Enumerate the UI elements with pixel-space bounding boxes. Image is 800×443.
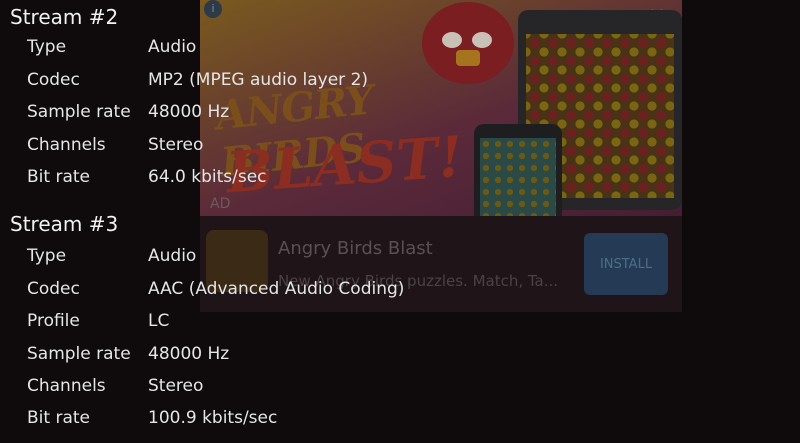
info-row: Profile LC: [0, 311, 800, 343]
info-key: Bit rate: [27, 167, 90, 187]
info-value: Audio: [148, 37, 197, 57]
info-row: Channels Stereo: [0, 376, 800, 408]
info-key: Type: [27, 37, 67, 57]
info-value: Audio: [148, 246, 197, 266]
info-value: 48000 Hz: [148, 344, 230, 364]
info-key: Bit rate: [27, 408, 90, 428]
info-value: 48000 Hz: [148, 102, 230, 122]
info-row: Sample rate 48000 Hz: [0, 102, 800, 134]
info-value: LC: [148, 311, 170, 331]
info-row: Codec AAC (Advanced Audio Coding): [0, 279, 800, 311]
info-row: Type Audio: [0, 246, 800, 278]
stream-info-overlay: Stream #2 Type Audio Codec MP2 (MPEG aud…: [0, 0, 800, 443]
info-value: 64.0 kbits/sec: [148, 167, 267, 187]
info-row: Channels Stereo: [0, 135, 800, 167]
info-key: Sample rate: [27, 102, 131, 122]
info-key: Codec: [27, 70, 80, 90]
info-key: Codec: [27, 279, 80, 299]
stream-title: Stream #2: [10, 5, 119, 29]
info-row: Codec MP2 (MPEG audio layer 2): [0, 70, 800, 102]
info-key: Channels: [27, 376, 106, 396]
info-value: Stereo: [148, 376, 204, 396]
info-value: MP2 (MPEG audio layer 2): [148, 70, 369, 90]
info-value: Stereo: [148, 135, 204, 155]
info-key: Channels: [27, 135, 106, 155]
info-key: Sample rate: [27, 344, 131, 364]
info-key: Profile: [27, 311, 80, 331]
info-row: Sample rate 48000 Hz: [0, 344, 800, 376]
info-value: 100.9 kbits/sec: [148, 408, 278, 428]
info-row: Bit rate 64.0 kbits/sec: [0, 167, 800, 199]
stream-title: Stream #3: [10, 212, 119, 236]
info-value: AAC (Advanced Audio Coding): [148, 279, 405, 299]
info-key: Type: [27, 246, 67, 266]
info-row: Type Audio: [0, 37, 800, 69]
info-row: Bit rate 100.9 kbits/sec: [0, 408, 800, 440]
